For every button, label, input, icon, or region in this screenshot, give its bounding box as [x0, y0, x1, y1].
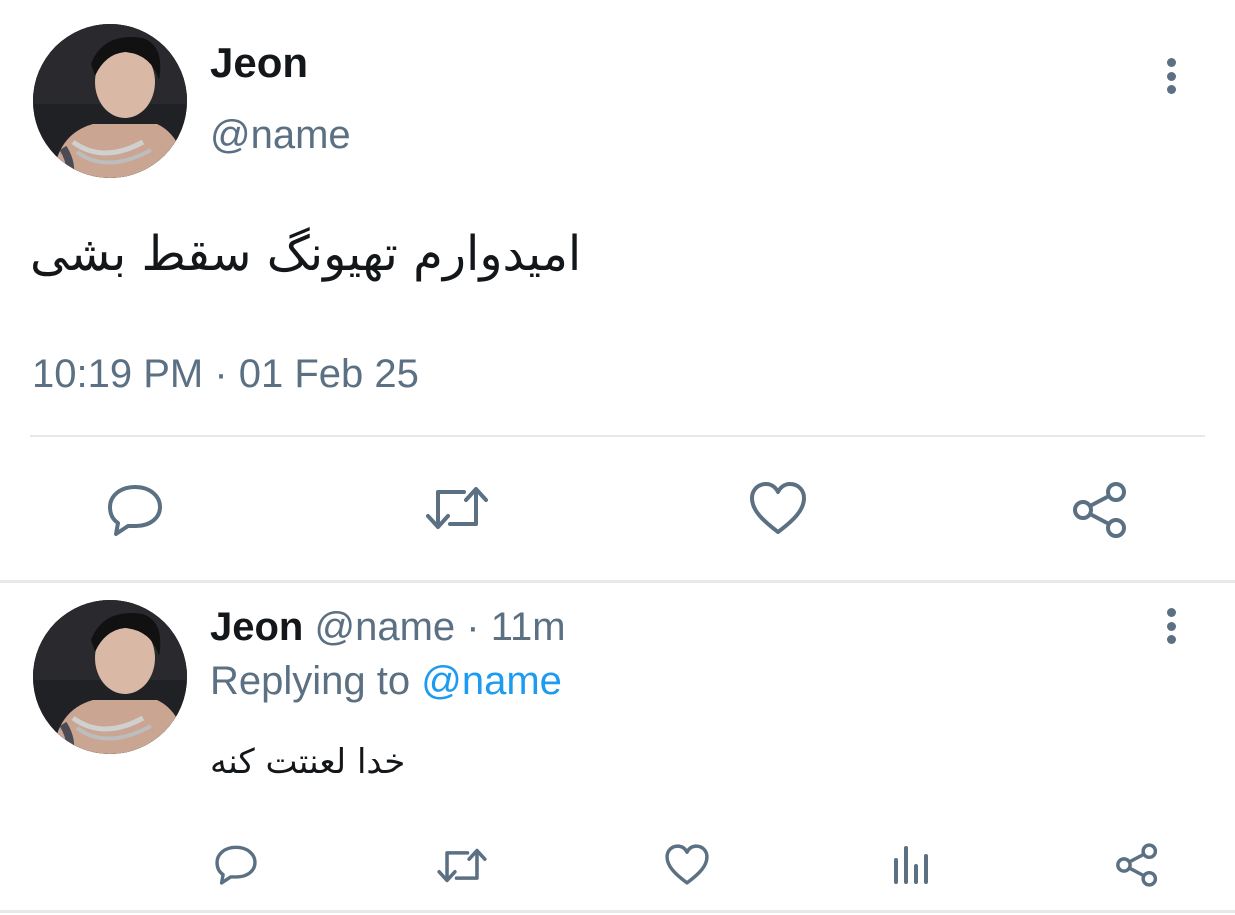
retweet-icon[interactable] — [436, 845, 488, 886]
main-tweet-text: امیدوارم تهیونگ سقط بشی — [30, 226, 582, 282]
like-icon[interactable] — [748, 480, 808, 536]
reply-icon[interactable] — [214, 842, 258, 886]
main-tweet-avatar[interactable] — [33, 24, 187, 178]
analytics-icon[interactable] — [892, 844, 932, 886]
avatar-image — [33, 24, 187, 178]
reply-tweet-header: Jeon @name · 11m — [210, 604, 566, 650]
replying-to-line: Replying to @name — [210, 658, 562, 704]
bottom-divider — [0, 910, 1235, 913]
reply-tweet-avatar[interactable] — [33, 600, 187, 754]
reply-tweet-handle[interactable]: @name — [314, 605, 455, 649]
reply-tweet-more-icon[interactable] — [1166, 608, 1176, 644]
avatar-image — [33, 600, 187, 754]
main-tweet-timestamp[interactable]: 10:19 PM · 01 Feb 25 — [32, 350, 419, 398]
main-tweet-divider — [30, 435, 1205, 437]
replying-to-handle[interactable]: @name — [421, 659, 562, 703]
main-tweet-more-icon[interactable] — [1166, 58, 1176, 94]
reply-tweet-separator: · — [466, 605, 480, 649]
share-icon[interactable] — [1114, 842, 1160, 888]
reply-tweet-text: خدا لعنتت کنه — [210, 742, 406, 782]
reply-icon[interactable] — [106, 480, 164, 538]
section-divider — [0, 580, 1235, 583]
reply-tweet-display-name[interactable]: Jeon — [210, 605, 303, 649]
retweet-icon[interactable] — [424, 482, 490, 534]
reply-tweet-time[interactable]: 11m — [491, 605, 566, 649]
replying-to-label: Replying to — [210, 659, 411, 703]
main-tweet-handle[interactable]: @name — [210, 112, 351, 158]
main-tweet-display-name[interactable]: Jeon — [210, 40, 308, 86]
share-icon[interactable] — [1070, 480, 1130, 540]
like-icon[interactable] — [664, 843, 710, 886]
